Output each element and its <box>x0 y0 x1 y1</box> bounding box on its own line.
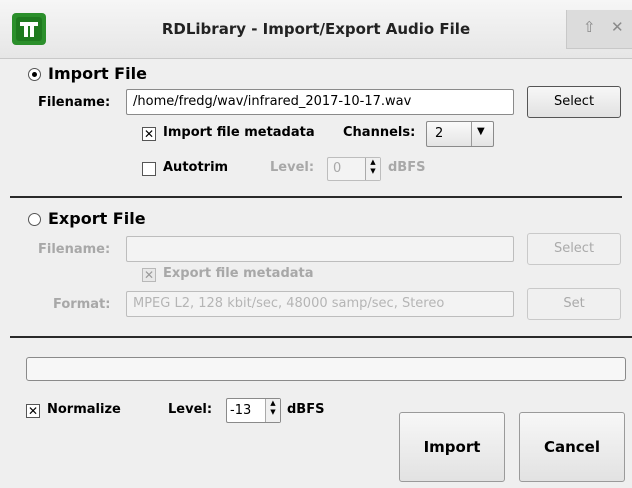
autotrim-level-label: Level: <box>270 160 315 175</box>
export-filename-input[interactable] <box>126 236 514 262</box>
export-filename-label: Filename: <box>38 242 111 257</box>
import-metadata-label: Import file metadata <box>163 125 315 140</box>
export-select-button[interactable]: Select <box>527 233 621 265</box>
normalize-checkbox[interactable]: ✕ <box>26 404 40 418</box>
import-heading: Import File <box>48 64 147 83</box>
import-metadata-checkbox[interactable]: ✕ <box>142 127 156 141</box>
format-field[interactable]: MPEG L2, 128 kbit/sec, 48000 samp/sec, S… <box>126 291 514 317</box>
export-radio[interactable] <box>28 213 41 226</box>
normalize-level-value: -13 <box>230 403 252 418</box>
import-radio[interactable] <box>28 68 41 81</box>
channels-value: 2 <box>435 126 444 141</box>
spinner-arrows-icon[interactable]: ▲ ▼ <box>265 399 280 422</box>
autotrim-label: Autotrim <box>163 160 229 175</box>
cancel-button[interactable]: Cancel <box>519 412 625 482</box>
window-title: RDLibrary - Import/Export Audio File <box>161 20 471 38</box>
window-controls: ⇧ ✕ <box>566 10 632 49</box>
spinner-arrows-icon[interactable]: ▲ ▼ <box>365 158 380 180</box>
import-button[interactable]: Import <box>399 412 505 482</box>
divider <box>10 196 622 198</box>
import-filename-label: Filename: <box>38 95 111 110</box>
normalize-level-unit: dBFS <box>287 402 325 417</box>
autotrim-level-value: 0 <box>333 161 342 176</box>
normalize-label: Normalize <box>47 402 121 417</box>
autotrim-level-unit: dBFS <box>388 160 426 175</box>
autotrim-level-spinner[interactable]: 0 ▲ ▼ <box>327 157 381 181</box>
import-filename-input[interactable]: /home/fredg/wav/infrared_2017-10-17.wav <box>126 89 514 115</box>
normalize-level-spinner[interactable]: -13 ▲ ▼ <box>226 398 281 423</box>
export-metadata-label: Export file metadata <box>163 266 314 281</box>
format-set-button[interactable]: Set <box>527 288 621 320</box>
autotrim-checkbox[interactable] <box>142 162 156 176</box>
divider <box>10 336 632 338</box>
channels-select[interactable]: 2 ▼ <box>426 121 494 147</box>
close-icon[interactable]: ✕ <box>611 18 624 36</box>
channels-label: Channels: <box>343 125 416 140</box>
restore-icon[interactable]: ⇧ <box>583 18 596 36</box>
import-select-button[interactable]: Select <box>527 86 621 118</box>
export-metadata-checkbox[interactable]: ✕ <box>142 268 156 282</box>
chevron-down-icon: ▼ <box>477 126 485 137</box>
export-heading: Export File <box>48 209 146 228</box>
format-label: Format: <box>53 297 111 312</box>
normalize-level-label: Level: <box>168 402 213 417</box>
progress-bar <box>26 357 626 381</box>
channels-divider <box>471 122 472 146</box>
